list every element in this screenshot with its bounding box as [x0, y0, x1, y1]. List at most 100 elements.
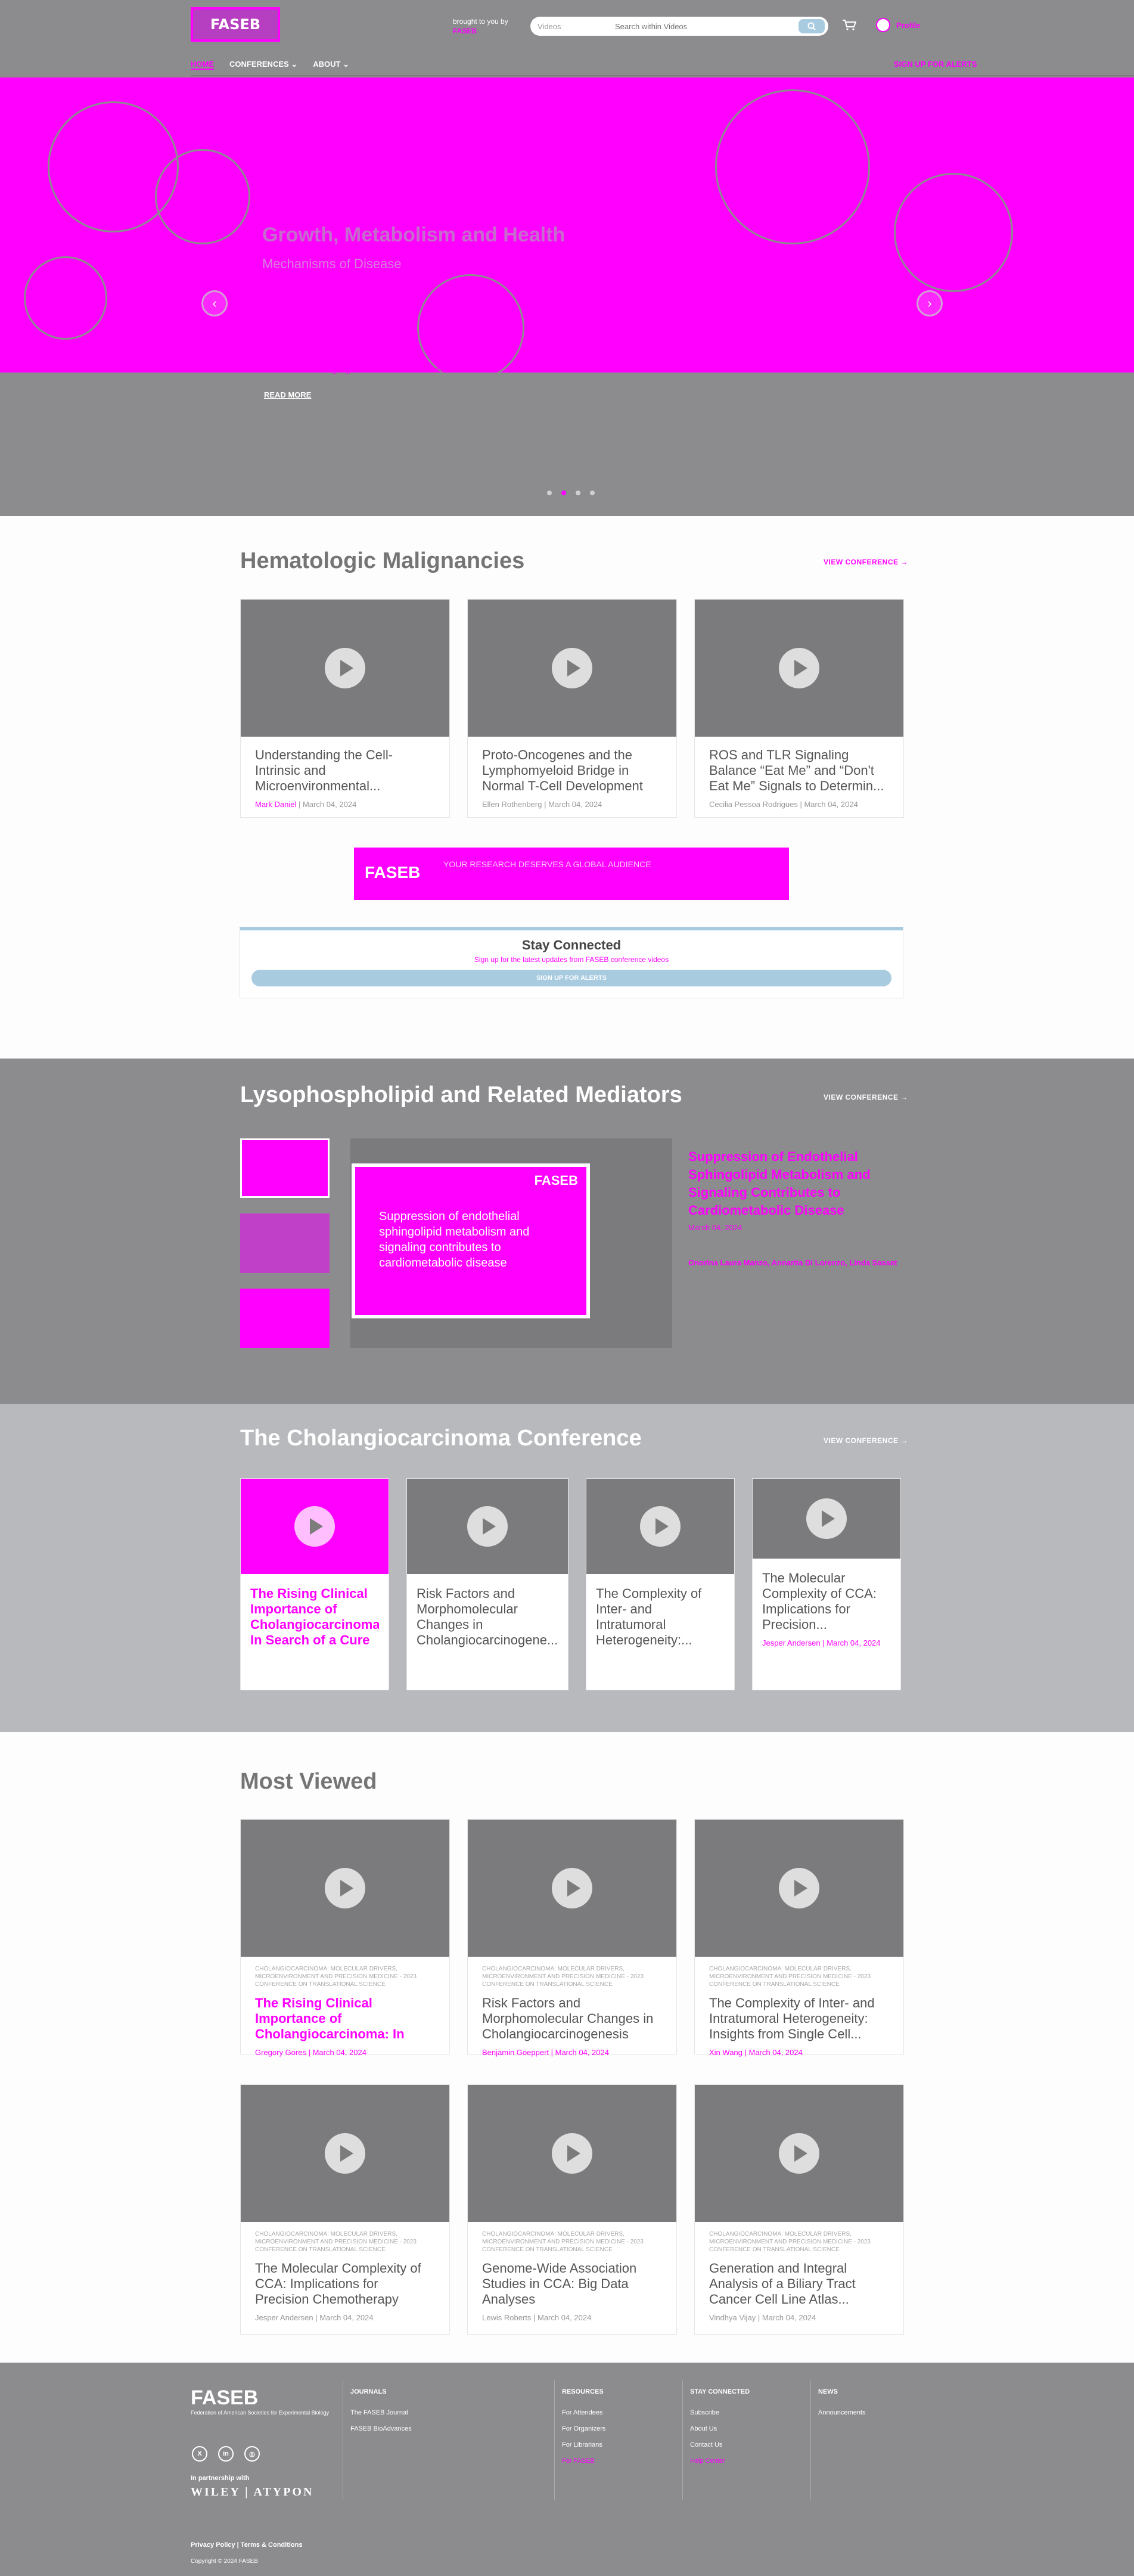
- instagram-icon[interactable]: ◎: [244, 2446, 260, 2462]
- footer-link[interactable]: For Librarians: [562, 2437, 605, 2453]
- video-date: March 04, 2024: [302, 800, 357, 809]
- stay-connected-text: Sign up for the latest updates from FASE…: [474, 955, 669, 964]
- hero-carousel: Growth, Metabolism and Health Mechanisms…: [0, 77, 1134, 516]
- video-card[interactable]: CHOLANGIOCARCINOMA: MOLECULAR DRIVERS, M…: [467, 1819, 677, 2057]
- playlist-thumbnail[interactable]: [240, 1289, 330, 1348]
- carousel-dot[interactable]: [576, 491, 580, 495]
- nav-home[interactable]: HOME: [191, 60, 214, 70]
- conference-tag: CHOLANGIOCARCINOMA: MOLECULAR DRIVERS, M…: [709, 1966, 871, 1988]
- footer-link[interactable]: For Attendees: [562, 2405, 605, 2421]
- banner-text: YOUR RESEARCH DESERVES A GLOBAL AUDIENCE: [443, 859, 651, 869]
- video-author: Ellen Rothenberg: [482, 800, 542, 809]
- section-title-hematologic: Hematologic Malignancies: [240, 548, 525, 573]
- view-conference-link[interactable]: VIEW CONFERENCE →: [824, 558, 908, 566]
- search-input[interactable]: [615, 21, 799, 31]
- view-conference-link[interactable]: VIEW CONFERENCE →: [824, 1093, 908, 1101]
- carousel-dot[interactable]: [590, 491, 595, 495]
- footer-link[interactable]: About Us: [690, 2421, 750, 2437]
- user-menu[interactable]: Profile: [876, 18, 920, 32]
- footer-legal-links[interactable]: Privacy Policy | Terms & Conditions: [191, 2541, 302, 2549]
- hero-description: Recent research highlights from the FASE…: [262, 365, 492, 374]
- featured-video-info: Suppression of Endothelial Sphingolipid …: [688, 1148, 903, 1270]
- conference-tag: CHOLANGIOCARCINOMA: MOLECULAR DRIVERS, M…: [482, 1966, 644, 1988]
- play-icon: [325, 648, 365, 688]
- footer-link[interactable]: Subscribe: [690, 2405, 750, 2421]
- section-title-cholangiocarcinoma: The Cholangiocarcinoma Conference: [240, 1426, 642, 1451]
- footer-link[interactable]: For FASEB: [562, 2453, 605, 2469]
- video-card[interactable]: The Molecular Complexity of CCA: Implica…: [752, 1478, 901, 1690]
- video-thumbnail: [241, 600, 449, 737]
- chevron-left-icon: ‹: [212, 296, 217, 311]
- footer-news: NEWS Announcements: [818, 2384, 866, 2421]
- footer-link[interactable]: Help Center: [690, 2453, 750, 2469]
- video-card[interactable]: CHOLANGIOCARCINOMA: MOLECULAR DRIVERS, M…: [240, 2084, 450, 2335]
- play-icon: [806, 1498, 847, 1539]
- nav-conferences-label: CONFERENCES: [229, 60, 289, 69]
- carousel-dot[interactable]: [547, 491, 552, 495]
- video-thumbnail: [695, 2085, 903, 2222]
- site-logo[interactable]: FASEB: [191, 7, 280, 42]
- x-twitter-icon[interactable]: X: [192, 2446, 207, 2462]
- footer-logo[interactable]: FASEB Federation of American Societies f…: [191, 2386, 329, 2416]
- video-author: Gregory Gores: [255, 2048, 306, 2057]
- video-card[interactable]: Proto-Oncogenes and the Lymphomyeloid Br…: [467, 599, 677, 818]
- signup-alerts-button[interactable]: SIGN UP FOR ALERTS: [251, 970, 891, 986]
- search-scope-select[interactable]: Videos: [538, 22, 615, 31]
- video-card[interactable]: The Complexity of Inter- and Intratumora…: [586, 1478, 735, 1690]
- footer-link[interactable]: For Organizers: [562, 2421, 605, 2437]
- video-card[interactable]: CHOLANGIOCARCINOMA: MOLECULAR DRIVERS, M…: [240, 1819, 450, 2057]
- signup-alerts-link[interactable]: SIGN UP FOR ALERTS: [894, 60, 977, 69]
- playlist-thumbnail[interactable]: [240, 1213, 330, 1273]
- video-date: March 04, 2024: [748, 2048, 803, 2057]
- footer-link[interactable]: The FASEB Journal: [350, 2405, 412, 2421]
- footer-link[interactable]: Announcements: [818, 2405, 866, 2421]
- hero-read-more-link[interactable]: READ MORE: [264, 390, 311, 399]
- footer-link[interactable]: Contact Us: [690, 2437, 750, 2453]
- footer-divider: [554, 2381, 555, 2500]
- video-card[interactable]: CHOLANGIOCARCINOMA: MOLECULAR DRIVERS, M…: [467, 2084, 677, 2335]
- video-date: March 04, 2024: [548, 800, 602, 809]
- cart-icon[interactable]: [842, 19, 856, 31]
- video-thumbnail: [407, 1479, 568, 1574]
- video-thumbnail: [241, 1820, 449, 1957]
- view-conference-link[interactable]: VIEW CONFERENCE →: [824, 1436, 908, 1445]
- video-card[interactable]: CHOLANGIOCARCINOMA: MOLECULAR DRIVERS, M…: [694, 2084, 904, 2335]
- ad-banner[interactable]: FASEB YOUR RESEARCH DESERVES A GLOBAL AU…: [354, 848, 789, 900]
- video-title: Genome-Wide Association Studies in CCA: …: [482, 2261, 637, 2307]
- carousel-prev-button[interactable]: ‹: [201, 290, 228, 316]
- video-card[interactable]: Understanding the Cell-Intrinsic and Mic…: [240, 599, 450, 818]
- video-date: March 04, 2024: [762, 2313, 816, 2322]
- video-thumbnail: [241, 2085, 449, 2222]
- video-date: March 04, 2024: [555, 2048, 609, 2057]
- play-icon: [779, 2133, 819, 2174]
- playlist-thumbnail-selected[interactable]: [240, 1138, 330, 1198]
- video-card[interactable]: ROS and TLR Signaling Balance “Eat Me” a…: [694, 599, 904, 818]
- video-card[interactable]: The Rising Clinical Importance of Cholan…: [240, 1478, 389, 1690]
- hero-title: Growth, Metabolism and Health: [262, 224, 566, 246]
- carousel-next-button[interactable]: ›: [916, 290, 943, 316]
- play-icon: [325, 2133, 365, 2174]
- nav-about-label: ABOUT: [313, 60, 341, 69]
- main-nav: HOME CONFERENCES ⌄ ABOUT ⌄: [191, 60, 349, 70]
- linkedin-icon[interactable]: in: [218, 2446, 234, 2462]
- video-card[interactable]: Risk Factors and Morphomolecular Changes…: [406, 1478, 568, 1690]
- video-author: Jesper Andersen: [762, 1638, 821, 1647]
- nav-about[interactable]: ABOUT ⌄: [313, 60, 349, 70]
- search-button[interactable]: [799, 19, 825, 33]
- video-author: Benjamin Goeppert: [482, 2048, 549, 2057]
- video-card[interactable]: CHOLANGIOCARCINOMA: MOLECULAR DRIVERS, M…: [694, 1819, 904, 2057]
- site-footer: FASEB Federation of American Societies f…: [0, 2363, 1134, 2576]
- featured-video-authors: Onorina Laura Manzo, Annarita Di Lorenzo…: [688, 1258, 897, 1267]
- nav-conferences[interactable]: CONFERENCES ⌄: [229, 60, 297, 70]
- video-author: Cecilia Pessoa Rodrigues: [709, 800, 798, 809]
- stay-connected-box: Stay Connected Sign up for the latest up…: [240, 927, 903, 998]
- video-title: Understanding the Cell-Intrinsic and Mic…: [255, 747, 393, 793]
- video-thumbnail: [695, 1820, 903, 1957]
- hero-subtitle: Mechanisms of Disease: [262, 256, 402, 271]
- footer-link[interactable]: FASEB BioAdvances: [350, 2421, 412, 2437]
- section-cholangiocarcinoma: The Cholangiocarcinoma Conference VIEW C…: [0, 1404, 1134, 1732]
- featured-video-title[interactable]: Suppression of Endothelial Sphingolipid …: [688, 1148, 903, 1219]
- video-thumbnail: [468, 2085, 676, 2222]
- video-thumbnail: [586, 1479, 734, 1574]
- carousel-dot-active[interactable]: [561, 491, 566, 495]
